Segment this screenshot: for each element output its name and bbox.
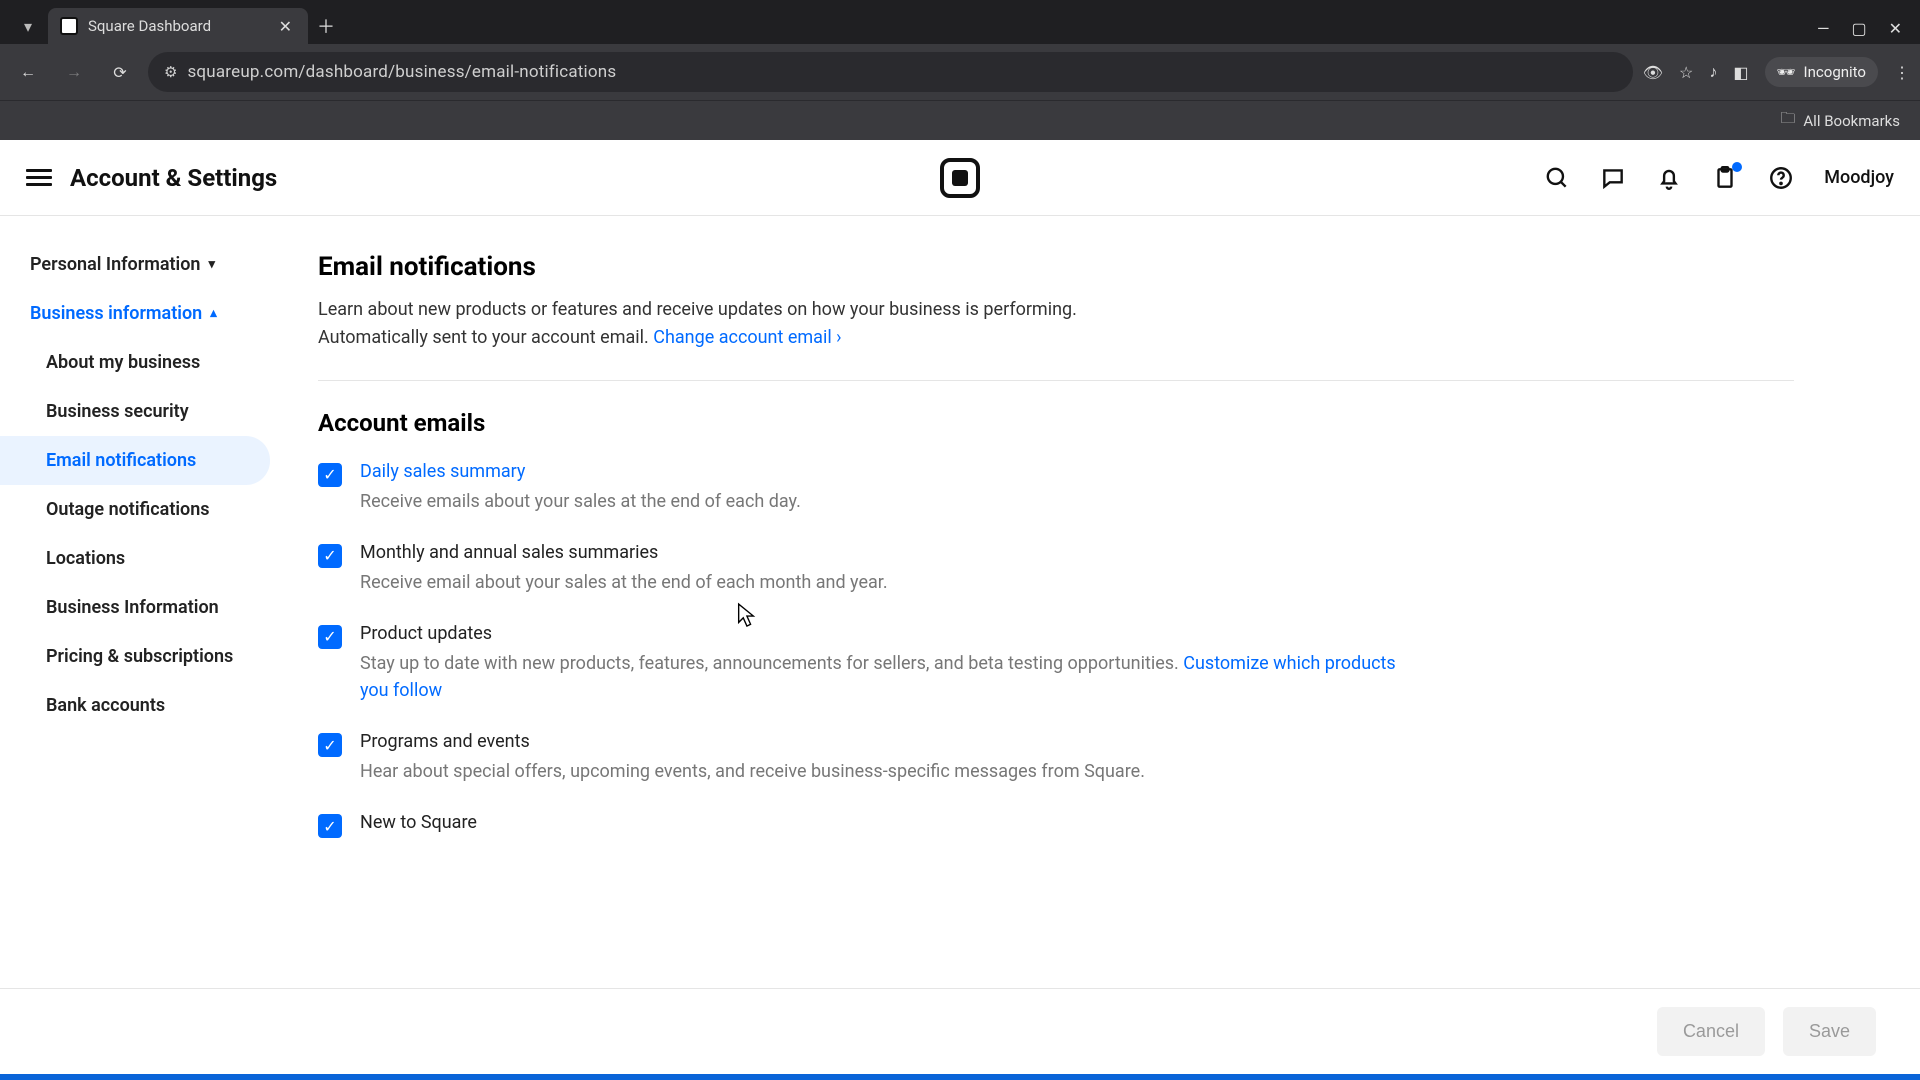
bell-icon[interactable] bbox=[1656, 165, 1682, 191]
sidebar-item-label: Locations bbox=[46, 548, 125, 569]
divider bbox=[318, 380, 1794, 381]
browser-menu-button[interactable]: ⋮ bbox=[1894, 63, 1910, 82]
clipboard-icon[interactable] bbox=[1712, 165, 1738, 191]
incognito-label: Incognito bbox=[1804, 63, 1866, 81]
option-label: Monthly and annual sales summaries bbox=[360, 542, 1400, 563]
all-bookmarks-button[interactable]: All Bookmarks bbox=[1803, 112, 1900, 130]
square-logo[interactable] bbox=[940, 158, 980, 198]
action-footer: Cancel Save bbox=[0, 988, 1920, 1074]
search-icon[interactable] bbox=[1544, 165, 1570, 191]
bookmarks-bar: 🗀 All Bookmarks bbox=[0, 100, 1920, 140]
tab-title: Square Dashboard bbox=[88, 17, 265, 35]
sidebar-item-outage[interactable]: Outage notifications bbox=[0, 485, 282, 534]
url-text: squareup.com/dashboard/business/email-no… bbox=[187, 62, 616, 82]
sidebar-section-personal[interactable]: Personal Information ▾ bbox=[0, 240, 282, 289]
bookmark-star-icon[interactable]: ☆ bbox=[1679, 63, 1693, 82]
close-window-button[interactable]: ✕ bbox=[1889, 19, 1902, 38]
incognito-icon: 🕶 bbox=[1777, 63, 1796, 81]
page-context-title: Account & Settings bbox=[70, 164, 277, 192]
sidebar-item-pricing[interactable]: Pricing & subscriptions bbox=[0, 632, 282, 681]
browser-tabstrip: ▾ Square Dashboard ✕ ＋ ― ▢ ✕ bbox=[0, 0, 1920, 44]
checkbox-programs-events[interactable]: ✓ bbox=[318, 733, 342, 757]
sidebar-item-email-notifications[interactable]: Email notifications bbox=[0, 436, 270, 485]
forward-button[interactable]: → bbox=[56, 54, 92, 90]
new-tab-button[interactable]: ＋ bbox=[308, 8, 344, 44]
main-content: Email notifications Learn about new prod… bbox=[282, 216, 1842, 1074]
site-info-icon[interactable]: ⚙ bbox=[164, 63, 177, 81]
browser-toolbar: ← → ⟳ ⚙ squareup.com/dashboard/business/… bbox=[0, 44, 1920, 100]
sidebar-item-label: Pricing & subscriptions bbox=[46, 646, 233, 667]
option-label: Programs and events bbox=[360, 731, 1400, 752]
sidebar-item-about[interactable]: About my business bbox=[0, 338, 282, 387]
sidebar-item-label: Business Information bbox=[46, 597, 219, 618]
checkbox-product-updates[interactable]: ✓ bbox=[318, 625, 342, 649]
sidebar-item-label: About my business bbox=[46, 352, 200, 373]
chevron-up-icon: ▴ bbox=[210, 306, 217, 321]
sidebar-item-business-info[interactable]: Business Information bbox=[0, 583, 282, 632]
option-desc: Receive emails about your sales at the e… bbox=[360, 488, 1400, 516]
taskbar bbox=[0, 1074, 1920, 1080]
option-label: New to Square bbox=[360, 812, 1400, 833]
help-icon[interactable] bbox=[1768, 165, 1794, 191]
tab-search-button[interactable]: ▾ bbox=[8, 8, 48, 44]
folder-icon: 🗀 bbox=[1780, 108, 1795, 133]
sidebar-item-bank[interactable]: Bank accounts bbox=[0, 681, 282, 730]
sidebar-item-label: Business security bbox=[46, 401, 189, 422]
account-name[interactable]: Moodjoy bbox=[1824, 167, 1894, 188]
sidebar-item-label: Email notifications bbox=[46, 450, 196, 471]
option-programs-events: ✓ Programs and events Hear about special… bbox=[318, 731, 1794, 786]
save-button[interactable]: Save bbox=[1783, 1007, 1876, 1056]
maximize-button[interactable]: ▢ bbox=[1851, 19, 1866, 38]
option-desc-text: Stay up to date with new products, featu… bbox=[360, 653, 1183, 674]
checkbox-monthly-annual[interactable]: ✓ bbox=[318, 544, 342, 568]
chevron-down-icon: ▾ bbox=[208, 257, 215, 272]
sidepanel-icon[interactable]: ◧ bbox=[1733, 63, 1748, 82]
minimize-button[interactable]: ― bbox=[1817, 19, 1830, 38]
cancel-button[interactable]: Cancel bbox=[1657, 1007, 1765, 1056]
option-product-updates: ✓ Product updates Stay up to date with n… bbox=[318, 623, 1794, 706]
option-new-to-square: ✓ New to Square bbox=[318, 812, 1794, 839]
media-control-icon[interactable]: ♪ bbox=[1709, 62, 1717, 82]
incognito-indicator[interactable]: 🕶 Incognito bbox=[1765, 57, 1879, 87]
browser-tab[interactable]: Square Dashboard ✕ bbox=[48, 8, 308, 44]
sidebar: Personal Information ▾ Business informat… bbox=[0, 216, 282, 1074]
checkbox-daily-sales[interactable]: ✓ bbox=[318, 463, 342, 487]
page-title: Email notifications bbox=[318, 252, 1794, 282]
checkbox-new-to-square[interactable]: ✓ bbox=[318, 814, 342, 838]
option-desc: Receive email about your sales at the en… bbox=[360, 569, 1400, 597]
option-desc: Hear about special offers, upcoming even… bbox=[360, 758, 1400, 786]
option-daily-sales: ✓ Daily sales summary Receive emails abo… bbox=[318, 461, 1794, 516]
option-monthly-annual: ✓ Monthly and annual sales summaries Rec… bbox=[318, 542, 1794, 597]
reload-button[interactable]: ⟳ bbox=[102, 54, 138, 90]
eye-off-icon[interactable]: 👁 bbox=[1643, 63, 1663, 82]
window-controls: ― ▢ ✕ bbox=[1817, 19, 1912, 44]
sidebar-section-personal-label: Personal Information bbox=[30, 254, 200, 275]
sidebar-item-label: Outage notifications bbox=[46, 499, 210, 520]
square-logo-icon bbox=[940, 158, 980, 198]
tab-favicon-square-icon bbox=[60, 17, 78, 35]
sidebar-item-security[interactable]: Business security bbox=[0, 387, 282, 436]
address-bar[interactable]: ⚙ squareup.com/dashboard/business/email-… bbox=[148, 52, 1633, 92]
sidebar-item-label: Bank accounts bbox=[46, 695, 165, 716]
sidebar-item-locations[interactable]: Locations bbox=[0, 534, 282, 583]
tab-close-button[interactable]: ✕ bbox=[275, 17, 296, 36]
app-header: Account & Settings Moodjoy bbox=[0, 140, 1920, 216]
page-viewport: Account & Settings Moodjoy bbox=[0, 140, 1920, 1074]
back-button[interactable]: ← bbox=[10, 54, 46, 90]
change-account-email-link[interactable]: Change account email › bbox=[653, 327, 841, 348]
sidebar-section-business[interactable]: Business information ▴ bbox=[0, 289, 282, 338]
section-title-account-emails: Account emails bbox=[318, 409, 1794, 437]
hamburger-menu-button[interactable] bbox=[26, 165, 52, 190]
chat-icon[interactable] bbox=[1600, 165, 1626, 191]
option-label: Product updates bbox=[360, 623, 1400, 644]
option-label[interactable]: Daily sales summary bbox=[360, 461, 1400, 482]
option-desc: Stay up to date with new products, featu… bbox=[360, 650, 1400, 706]
sidebar-section-business-label: Business information bbox=[30, 303, 202, 324]
page-description: Learn about new products or features and… bbox=[318, 296, 1078, 352]
